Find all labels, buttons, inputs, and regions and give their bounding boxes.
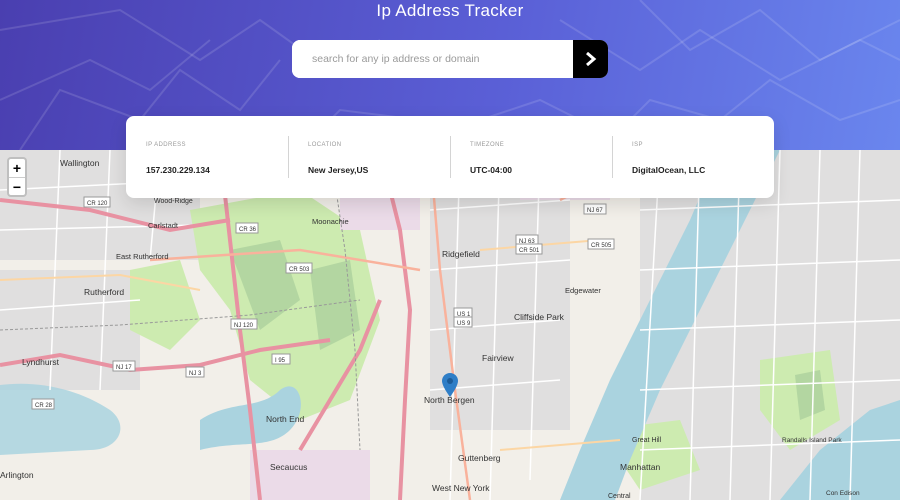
map-label: Central xyxy=(608,493,631,500)
map-label: Fairview xyxy=(482,353,515,363)
map-label: Arlington xyxy=(0,470,34,480)
map-label: Wood-Ridge xyxy=(154,198,193,205)
chevron-right-icon xyxy=(585,52,596,66)
zoom-control: + − xyxy=(7,157,27,197)
map-label: Great Hill xyxy=(632,437,662,444)
road-shield: NJ 3 xyxy=(189,371,202,377)
info-value: New Jersey,US xyxy=(308,165,369,175)
zoom-in-button[interactable]: + xyxy=(9,159,25,177)
map-label: Carlstadt xyxy=(148,221,179,230)
road-shield: NJ 17 xyxy=(116,365,132,371)
zoom-out-button[interactable]: − xyxy=(9,177,25,195)
map-label: Edgewater xyxy=(565,286,601,295)
info-value: UTC-04:00 xyxy=(470,165,513,175)
road-shield: CR 28 xyxy=(35,403,53,409)
road-shield: CR 505 xyxy=(591,243,612,249)
map-label: North End xyxy=(266,414,305,424)
map-label: Rutherford xyxy=(84,287,124,297)
road-shield: CR 501 xyxy=(519,248,540,254)
info-label: IP ADDRESS xyxy=(146,142,186,148)
ip-info-card: IP ADDRESS 157.230.229.134 LOCATION New … xyxy=(126,116,774,198)
map-label: Lyndhurst xyxy=(22,357,60,367)
search-bar xyxy=(292,40,608,78)
map-label: Ridgefield xyxy=(442,249,480,259)
map-label: Randalls Island Park xyxy=(782,437,842,444)
info-location: LOCATION New Jersey,US xyxy=(288,136,450,178)
map-label: Moonachie xyxy=(312,217,349,226)
road-shield: I 95 xyxy=(275,358,286,364)
location-marker[interactable] xyxy=(442,373,458,402)
info-value: 157.230.229.134 xyxy=(146,165,210,175)
search-input[interactable] xyxy=(292,40,573,78)
road-shield: CR 503 xyxy=(289,267,310,273)
info-timezone: TIMEZONE UTC-04:00 xyxy=(450,136,612,178)
info-value: DigitalOcean, LLC xyxy=(632,165,706,175)
map-label: Wallington xyxy=(60,158,100,168)
info-ip-address: IP ADDRESS 157.230.229.134 xyxy=(126,136,288,178)
map-view[interactable]: Wallington Wood-Ridge Carlstadt Moonachi… xyxy=(0,150,900,500)
search-button[interactable] xyxy=(573,40,608,78)
road-shield: CR 36 xyxy=(239,227,257,233)
info-label: TIMEZONE xyxy=(470,142,505,148)
map-label: West New York xyxy=(432,483,490,493)
info-isp: ISP DigitalOcean, LLC xyxy=(612,136,774,178)
road-shield: NJ 67 xyxy=(587,208,603,214)
map-label: Con Edison xyxy=(826,490,860,497)
road-shield: CR 120 xyxy=(87,201,108,207)
road-shield: US 9 xyxy=(457,321,471,327)
page-title: Ip Address Tracker xyxy=(376,1,524,20)
map-label: Cliffside Park xyxy=(514,312,565,322)
map-label: Manhattan xyxy=(620,462,660,472)
map-label: Secaucus xyxy=(270,462,307,472)
info-label: ISP xyxy=(632,142,643,148)
info-label: LOCATION xyxy=(308,142,342,148)
map-label: Guttenberg xyxy=(458,453,501,463)
map-label: East Rutherford xyxy=(116,252,169,261)
map-pin-icon xyxy=(442,373,458,397)
map-tiles: Wallington Wood-Ridge Carlstadt Moonachi… xyxy=(0,150,900,500)
road-shield: NJ 120 xyxy=(234,323,254,329)
